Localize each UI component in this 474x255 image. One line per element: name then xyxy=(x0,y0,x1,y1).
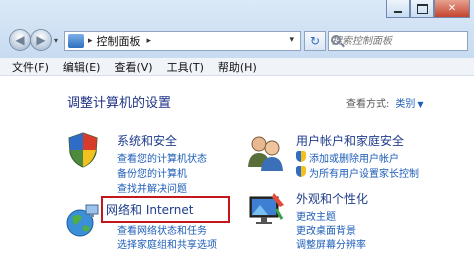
category-appearance[interactable]: 外观和个性化 xyxy=(296,190,368,207)
search-icon[interactable] xyxy=(331,35,341,45)
category-system-security[interactable]: 系统和安全 xyxy=(117,132,177,149)
forward-arrow-icon: ▶ xyxy=(36,33,46,47)
view-by-label: 查看方式: xyxy=(346,99,390,110)
caption-buttons: ✕ xyxy=(386,0,470,22)
link-add-remove-users[interactable]: 添加或删除用户帐户 xyxy=(309,150,399,165)
control-panel-content: 调整计算机的设置 查看方式: 类别 ▼ 系统和安全 查看您的计算机状态 备份您的计算… xyxy=(0,77,474,255)
refresh-button[interactable]: ↻ xyxy=(304,31,326,51)
navigation-bar: ◀ ▶ ▾ ▸ 控制面板 ▸ ▾ ↻ xyxy=(0,28,474,54)
back-arrow-icon: ◀ xyxy=(15,33,25,47)
forward-button[interactable]: ▶ xyxy=(30,29,52,51)
control-panel-icon xyxy=(68,34,84,48)
link-view-network-status[interactable]: 查看网络状态和任务 xyxy=(117,222,207,237)
menu-help[interactable]: 帮助(H) xyxy=(218,59,257,75)
recent-pages-dropdown[interactable]: ▾ xyxy=(54,36,58,45)
back-button[interactable]: ◀ xyxy=(9,29,31,51)
uac-shield-icon xyxy=(296,151,306,162)
appearance-personalization-icon[interactable] xyxy=(246,191,286,229)
menu-view[interactable]: 查看(V) xyxy=(114,59,152,75)
link-homegroup-sharing[interactable]: 选择家庭组和共享选项 xyxy=(117,236,217,251)
breadcrumb-chevron-icon[interactable]: ▸ xyxy=(88,36,93,46)
link-change-theme[interactable]: 更改主题 xyxy=(296,208,336,223)
view-by: 查看方式: 类别 ▼ xyxy=(346,95,424,110)
refresh-icon: ↻ xyxy=(309,34,321,48)
system-security-shield-icon[interactable] xyxy=(66,131,100,169)
highlight-box xyxy=(101,196,230,223)
link-view-computer-status[interactable]: 查看您的计算机状态 xyxy=(117,150,207,165)
category-user-accounts[interactable]: 用户帐户和家庭安全 xyxy=(296,132,404,149)
user-accounts-icon[interactable] xyxy=(246,133,286,173)
link-backup-computer[interactable]: 备份您的计算机 xyxy=(117,165,187,180)
link-change-desktop-background[interactable]: 更改桌面背景 xyxy=(296,222,356,237)
breadcrumb-control-panel[interactable]: 控制面板 xyxy=(97,33,141,49)
minimize-button[interactable] xyxy=(386,0,410,18)
link-find-fix-problems[interactable]: 查找并解决问题 xyxy=(117,180,187,195)
menu-file[interactable]: 文件(F) xyxy=(12,59,49,75)
window-chrome: ✕ ◀ ▶ ▾ ▸ 控制面板 ▸ ▾ ↻ xyxy=(0,0,474,58)
close-button[interactable]: ✕ xyxy=(434,0,470,18)
menu-tools[interactable]: 工具(T) xyxy=(167,59,204,75)
link-adjust-resolution[interactable]: 调整屏幕分辨率 xyxy=(296,236,366,251)
link-parental-controls[interactable]: 为所有用户设置家长控制 xyxy=(309,165,419,180)
chevron-down-icon[interactable]: ▼ xyxy=(417,100,423,109)
view-by-dropdown[interactable]: 类别 xyxy=(395,99,415,110)
page-title: 调整计算机的设置 xyxy=(67,96,172,111)
maximize-button[interactable] xyxy=(410,0,434,18)
address-bar[interactable]: ▸ 控制面板 ▸ ▾ xyxy=(64,31,301,51)
address-dropdown-icon[interactable]: ▾ xyxy=(289,35,294,45)
search-input[interactable] xyxy=(329,32,449,50)
menu-edit[interactable]: 编辑(E) xyxy=(63,59,101,75)
search-box[interactable] xyxy=(328,31,468,51)
uac-shield-icon xyxy=(296,166,306,177)
breadcrumb-chevron-icon[interactable]: ▸ xyxy=(147,36,152,46)
network-globe-icon[interactable] xyxy=(64,203,100,239)
menu-bar: 文件(F) 编辑(E) 查看(V) 工具(T) 帮助(H) xyxy=(0,58,474,76)
